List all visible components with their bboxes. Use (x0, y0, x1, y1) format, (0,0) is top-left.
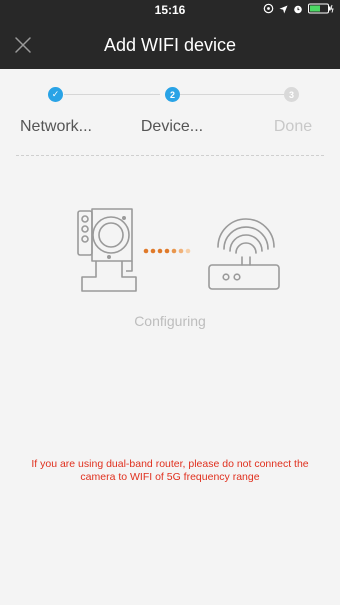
status-text: Configuring (134, 313, 206, 329)
progress-dots (143, 248, 191, 254)
progress-stepper: ✓ 2 3 Network... Device... Done (0, 84, 340, 144)
status-icons (263, 3, 334, 17)
page-title: Add WIFI device (103, 35, 237, 55)
step-label-network: Network... (19, 118, 92, 135)
connection-illustration (66, 205, 286, 305)
step-2-marker: 2 (165, 87, 180, 102)
step-label-done: Done (273, 118, 313, 135)
step-1-check-icon: ✓ (48, 87, 63, 102)
nav-bar: Add WIFI device (0, 24, 340, 69)
router-icon (208, 218, 280, 290)
close-button[interactable] (10, 32, 36, 58)
arrow-icon (279, 1, 288, 19)
location-icon (263, 1, 274, 19)
step-connector-2 (180, 94, 284, 95)
step-label-device: Device... (140, 118, 204, 135)
app-header: 15:16 Add WIFI device (0, 0, 340, 69)
camera-icon (77, 208, 137, 292)
warning-message: If you are using dual-band router, pleas… (31, 458, 309, 483)
step-connector-1 (64, 94, 160, 95)
status-bar: 15:16 (0, 0, 340, 20)
close-icon (15, 37, 31, 53)
battery-icon (308, 1, 334, 19)
step-3-marker: 3 (284, 87, 299, 102)
alarm-icon (293, 1, 303, 19)
divider (16, 155, 324, 156)
